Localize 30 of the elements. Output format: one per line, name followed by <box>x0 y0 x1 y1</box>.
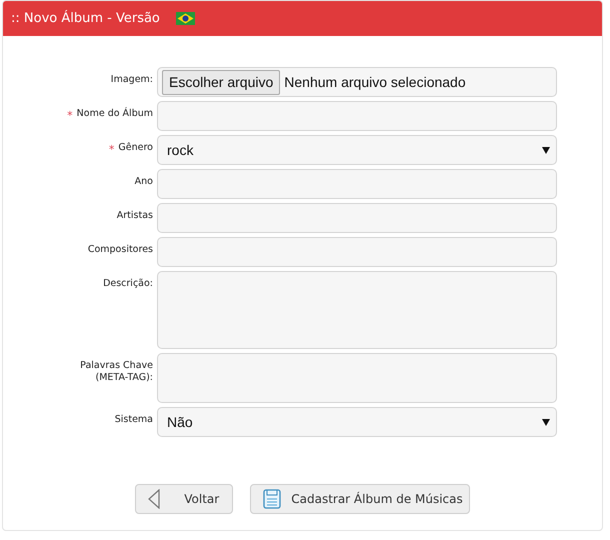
field-label: Gênero <box>118 142 153 154</box>
choose-file-button[interactable]: Escolher arquivo <box>162 70 280 94</box>
field-label: Sistema <box>114 414 153 426</box>
field-label: Descrição: <box>103 278 153 290</box>
caret-icon <box>542 146 550 154</box>
text-area[interactable] <box>157 353 557 403</box>
required-mark: * <box>67 108 73 124</box>
input-field[interactable] <box>157 169 557 199</box>
back-button[interactable]: Voltar <box>135 484 234 514</box>
select-field[interactable]: Não <box>157 407 557 437</box>
field-label: Imagem: <box>110 74 153 86</box>
file-field[interactable]: Escolher arquivo Nenhum arquivo selecionado <box>157 67 557 97</box>
back-arrow-icon <box>148 489 160 509</box>
required-mark: * <box>108 142 114 158</box>
field-label: Nome do Álbum <box>76 108 153 120</box>
save-button[interactable]: Cadastrar Álbum de Músicas <box>250 484 470 514</box>
input-field[interactable] <box>157 237 557 267</box>
input-field[interactable] <box>157 101 557 131</box>
field-label: Artistas <box>116 210 153 222</box>
save-icon <box>263 489 282 509</box>
field-label: Compositores <box>88 244 153 256</box>
field-label: Ano <box>134 176 153 188</box>
file-status: Nenhum arquivo selecionado <box>284 72 466 92</box>
caret-icon <box>542 418 550 426</box>
header-title: :: Novo Álbum - Versão <box>11 9 160 28</box>
input-field[interactable] <box>157 203 557 233</box>
select-field[interactable]: rock <box>157 135 557 165</box>
flag-icon <box>176 12 195 25</box>
text-area[interactable] <box>157 271 557 349</box>
field-label: Palavras Chave (META-TAG): <box>79 360 153 384</box>
